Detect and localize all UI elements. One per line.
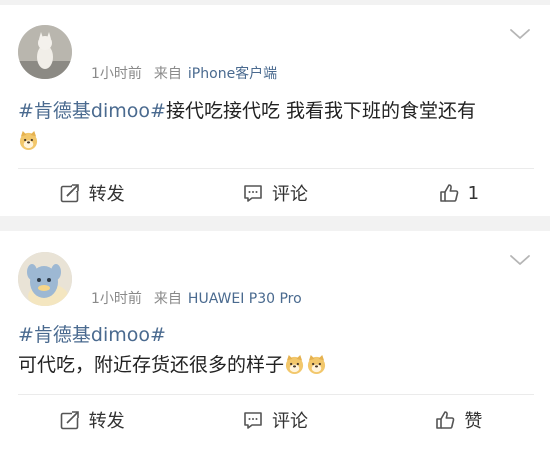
- like-label: 赞: [464, 411, 483, 432]
- repost-label: 转发: [88, 411, 125, 432]
- repost-icon: [60, 410, 80, 430]
- post-text: 可代吃，附近存货还很多的样子: [18, 354, 285, 376]
- comment-icon: [244, 412, 262, 429]
- repost-label: 转发: [88, 184, 125, 205]
- divider: [18, 394, 534, 395]
- doge-emoji-icon: [19, 130, 38, 151]
- like-count: 1: [467, 182, 480, 204]
- post-time: 1小时前: [91, 66, 142, 82]
- hashtag-link[interactable]: #肯德基dimoo#: [18, 324, 166, 346]
- comment-label: 评论: [271, 411, 308, 432]
- repost-button[interactable]: 转发: [0, 396, 183, 444]
- comment-icon: [244, 185, 262, 202]
- comment-button[interactable]: 评论: [183, 396, 366, 444]
- post-card[interactable]: 1小时前 来自 HUAWEI P30 Pro #肯德基dimoo# 可代吃，附近存货…: [0, 231, 550, 449]
- post-meta: 1小时前 来自 iPhone客户端: [91, 63, 277, 83]
- post-content: #肯德基dimoo# 可代吃，附近存货还很多的样子: [18, 320, 534, 380]
- action-bar: 转发 评论 1: [0, 169, 550, 217]
- doge-emoji-icon: [307, 354, 326, 375]
- doge-emoji-icon: [285, 354, 304, 375]
- comment-button[interactable]: 评论: [183, 169, 366, 217]
- like-button[interactable]: 赞: [367, 396, 550, 444]
- repost-icon: [60, 183, 80, 203]
- weibo-feed: 1小时前 来自 iPhone客户端 #肯德基dimoo#接代吃接代吃 我看我下班的食…: [0, 0, 550, 449]
- post-card[interactable]: 1小时前 来自 iPhone客户端 #肯德基dimoo#接代吃接代吃 我看我下班的食…: [0, 5, 550, 216]
- post-content: #肯德基dimoo#接代吃接代吃 我看我下班的食堂还有: [18, 96, 534, 156]
- post-text: 接代吃接代吃 我看我下班的食堂还有: [165, 100, 476, 122]
- avatar[interactable]: [18, 252, 72, 306]
- avatar[interactable]: [18, 25, 72, 79]
- like-button[interactable]: 1: [367, 169, 550, 217]
- source-prefix: 来自: [153, 291, 182, 307]
- thumbs-up-icon: [439, 184, 458, 202]
- post-meta: 1小时前 来自 HUAWEI P30 Pro: [91, 288, 302, 308]
- post-source[interactable]: iPhone客户端: [188, 66, 277, 82]
- source-prefix: 来自: [153, 66, 182, 82]
- action-bar: 转发 评论 赞: [0, 396, 550, 444]
- thumbs-up-icon: [436, 411, 455, 429]
- chevron-down-icon[interactable]: [508, 25, 532, 43]
- hashtag-link[interactable]: #肯德基dimoo#: [18, 100, 166, 122]
- repost-button[interactable]: 转发: [0, 169, 183, 217]
- chevron-down-icon[interactable]: [508, 251, 532, 269]
- comment-label: 评论: [271, 184, 308, 205]
- post-time: 1小时前: [91, 291, 142, 307]
- post-source[interactable]: HUAWEI P30 Pro: [188, 291, 302, 307]
